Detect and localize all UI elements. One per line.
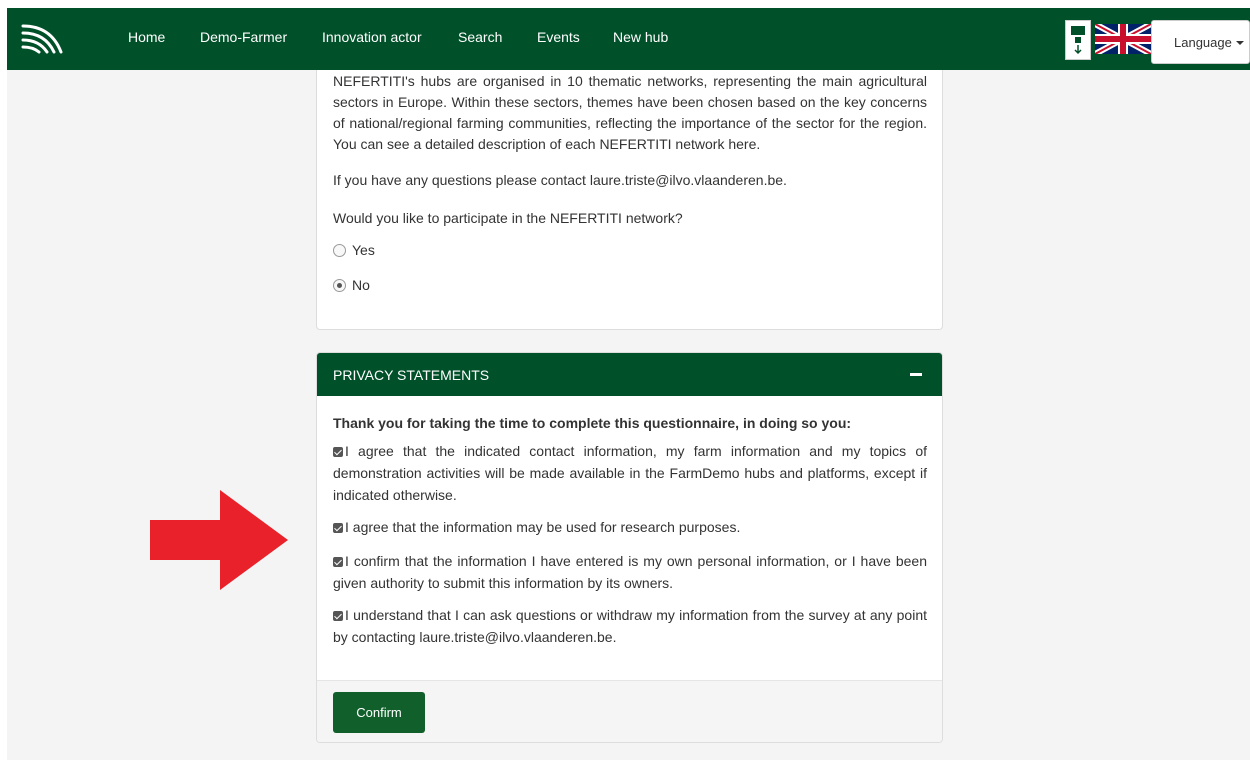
language-label: Language — [1174, 34, 1232, 50]
radio-selected-icon[interactable] — [333, 278, 346, 292]
statement-text: I agree that the information may be used… — [345, 519, 741, 535]
contact-text: If you have any questions please contact… — [333, 172, 787, 188]
privacy-header[interactable]: PRIVACY STATEMENTS — [317, 353, 942, 396]
radio-no[interactable]: No — [333, 277, 370, 293]
nav-new-hub[interactable]: New hub — [613, 29, 668, 45]
nav-demo-farmer[interactable]: Demo-Farmer — [200, 29, 287, 45]
language-dropdown[interactable]: Language — [1151, 20, 1250, 64]
farmdemo-logo-icon[interactable] — [21, 22, 65, 56]
confirm-button[interactable]: Confirm — [333, 692, 425, 733]
radio-unselected-icon[interactable] — [333, 243, 346, 257]
privacy-statement-2[interactable]: I agree that the information may be used… — [333, 516, 927, 538]
checkbox-checked-icon[interactable] — [333, 557, 343, 567]
top-navbar: Home Demo-Farmer Innovation actor Search… — [7, 8, 1250, 70]
statement-text: I agree that the indicated contact infor… — [333, 443, 927, 503]
privacy-title: PRIVACY STATEMENTS — [333, 367, 490, 383]
checkbox-checked-icon[interactable] — [333, 447, 343, 457]
privacy-footer: Confirm — [317, 680, 942, 742]
privacy-card: PRIVACY STATEMENTS Thank you for taking … — [316, 352, 943, 743]
privacy-statement-3[interactable]: I confirm that the information I have en… — [333, 550, 927, 594]
page: Home Demo-Farmer Innovation actor Search… — [0, 0, 1250, 760]
checkbox-checked-icon[interactable] — [333, 611, 343, 621]
radio-yes-label: Yes — [352, 242, 375, 258]
checkbox-checked-icon[interactable] — [333, 523, 343, 533]
radio-yes[interactable]: Yes — [333, 242, 375, 258]
statement-text: I confirm that the information I have en… — [333, 553, 927, 591]
privacy-statement-1[interactable]: I agree that the indicated contact infor… — [333, 440, 927, 506]
statement-text: I understand that I can ask questions or… — [333, 607, 927, 645]
radio-no-label: No — [352, 277, 370, 293]
nav-innovation-actor[interactable]: Innovation actor — [322, 29, 422, 45]
network-card: NEFERTITI's hubs are organised in 10 the… — [316, 70, 943, 330]
uk-flag-icon[interactable] — [1095, 24, 1151, 54]
participate-question: Would you like to participate in the NEF… — [333, 210, 683, 226]
caret-down-icon — [1235, 41, 1244, 46]
collapse-minus-icon[interactable] — [910, 373, 922, 376]
nav-events[interactable]: Events — [537, 29, 580, 45]
red-arrow-icon — [150, 490, 288, 590]
nav-home[interactable]: Home — [128, 29, 165, 45]
nav-search[interactable]: Search — [458, 29, 502, 45]
network-intro-text: NEFERTITI's hubs are organised in 10 the… — [333, 73, 927, 152]
privacy-thanks-text: Thank you for taking the time to complet… — [333, 415, 852, 431]
download-document-icon[interactable] — [1065, 20, 1091, 60]
privacy-statement-4[interactable]: I understand that I can ask questions or… — [333, 604, 927, 648]
